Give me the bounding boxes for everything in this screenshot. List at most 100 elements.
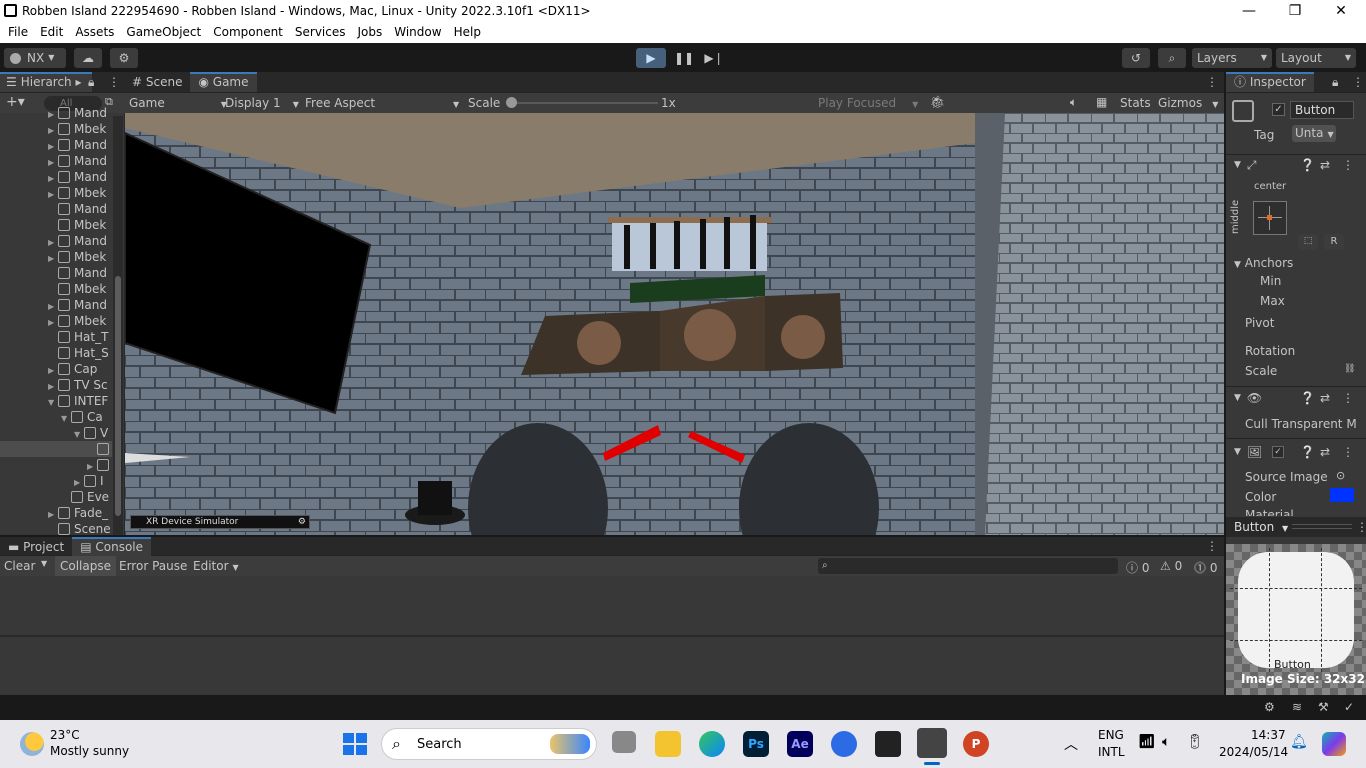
tab-console[interactable]: ▤ Console — [72, 537, 152, 557]
hierarchy-item[interactable]: Mbek — [0, 281, 112, 297]
display-dropdown[interactable]: Display 1 ▼ — [225, 96, 299, 110]
clear-options-dropdown[interactable]: ▼ — [41, 559, 47, 568]
photoshop-icon[interactable]: Ps — [743, 731, 769, 757]
menu-help[interactable]: Help — [446, 23, 481, 39]
blueprint-button[interactable]: ⬚ — [1298, 234, 1318, 250]
clock-time[interactable]: 14:37 — [1251, 728, 1286, 742]
account-dropdown[interactable]: NX ▼ — [4, 48, 66, 68]
canvas-renderer-header[interactable]: ▼ 👁︎ ❔ ⇄ ⋮ — [1234, 390, 1364, 406]
color-swatch[interactable] — [1330, 488, 1354, 502]
tag-dropdown[interactable]: Unta ▼ — [1292, 125, 1336, 142]
component-menu-icon[interactable]: ⋮ — [1342, 445, 1354, 459]
menu-jobs[interactable]: Jobs — [350, 23, 383, 39]
history-button[interactable]: ↺ — [1122, 48, 1150, 68]
console-log-area[interactable] — [0, 576, 1224, 636]
hierarchy-item[interactable]: ▶ Mbek — [0, 121, 112, 137]
hierarchy-item[interactable]: ▶ — [0, 457, 112, 473]
battery-icon[interactable]: 🔋︎ — [1186, 734, 1204, 750]
menu-assets[interactable]: Assets — [67, 23, 114, 39]
gizmos-dropdown[interactable]: Gizmos ▼ — [1158, 96, 1218, 110]
anchors-foldout[interactable]: ▼ Anchors — [1234, 256, 1293, 270]
lock-icon[interactable]: 🔒︎ — [88, 75, 94, 90]
unity-editor-active-icon[interactable] — [917, 728, 947, 758]
powerpoint-icon[interactable]: P — [963, 731, 989, 757]
hierarchy-item[interactable]: ▶ Cap — [0, 361, 112, 377]
file-explorer-icon[interactable] — [655, 731, 681, 757]
info-filter-toggle[interactable]: ⓘ 0 — [1126, 559, 1149, 576]
clear-button[interactable]: Clear — [4, 559, 35, 573]
wifi-icon[interactable]: 📶︎ — [1138, 734, 1156, 750]
raw-edit-button[interactable]: R — [1324, 234, 1344, 250]
step-button[interactable]: ▶❘ — [700, 48, 728, 68]
debug-icon[interactable]: ⚒ — [1318, 700, 1329, 714]
help-icon[interactable]: ❔ — [1300, 391, 1315, 405]
inspector-menu-icon[interactable]: ⋮ — [1352, 75, 1364, 89]
tab-game[interactable]: ◉ Game — [190, 72, 257, 92]
notification-bell-icon[interactable]: 🔔︎ — [1290, 734, 1308, 750]
collapse-toggle[interactable]: Collapse — [55, 556, 116, 576]
search-button[interactable]: ⌕ — [1158, 48, 1186, 68]
rect-transform-header[interactable]: ▼ ⤢ ❔ ⇄ ⋮ — [1234, 156, 1364, 174]
help-icon[interactable]: ❔ — [1300, 445, 1315, 459]
hierarchy-item[interactable]: Mand — [0, 201, 112, 217]
layers-dropdown[interactable]: Layers ▼ — [1192, 48, 1272, 68]
anchor-presets-button[interactable] — [1253, 201, 1287, 235]
game-viewport[interactable]: XR Device Simulator ⚙ — [125, 113, 1224, 535]
windows-start-icon[interactable] — [343, 733, 367, 755]
editor-dropdown[interactable]: Editor ▼ — [193, 559, 239, 573]
preview-drag-handle[interactable] — [1292, 524, 1352, 529]
menu-edit[interactable]: Edit — [32, 23, 63, 39]
object-name-field[interactable]: Button — [1290, 101, 1354, 119]
stats-button[interactable]: Stats — [1120, 96, 1151, 110]
scrollbar-thumb[interactable] — [115, 276, 121, 516]
edge-icon[interactable] — [699, 731, 725, 757]
presets-icon[interactable]: ⇄ — [1320, 158, 1330, 172]
game-mode-dropdown[interactable]: Game ▼ — [129, 96, 227, 110]
hierarchy-item[interactable]: ▶ Mbek — [0, 185, 112, 201]
preview-menu-icon[interactable]: ⋮ — [1356, 520, 1366, 534]
xr-settings-icon[interactable]: ⚙ — [298, 516, 306, 528]
tab-inspector[interactable]: ⓘ Inspector — [1226, 72, 1314, 92]
task-view-icon[interactable] — [612, 731, 636, 753]
hierarchy-item[interactable]: ▶ Mand — [0, 137, 112, 153]
hierarchy-item[interactable]: ▶ Mand — [0, 297, 112, 313]
hierarchy-item[interactable]: ▶ Mand — [0, 153, 112, 169]
collab-button[interactable]: ⚙ — [110, 48, 138, 68]
volume-icon[interactable]: 🔈︎ — [1162, 734, 1170, 750]
component-menu-icon[interactable]: ⋮ — [1342, 158, 1354, 172]
hierarchy-item[interactable]: Hat_T — [0, 329, 112, 345]
hierarchy-item[interactable]: ▼ V — [0, 425, 112, 441]
lang-line2[interactable]: INTL — [1098, 745, 1125, 759]
clock-date[interactable]: 2024/05/14 — [1219, 745, 1288, 759]
image-component-header[interactable]: ▼ 🖼︎ ✓ ❔ ⇄ ⋮ — [1234, 444, 1364, 460]
hierarchy-item[interactable]: ▼ Ca — [0, 409, 112, 425]
error-pause-toggle[interactable]: Error Pause — [119, 559, 187, 573]
hierarchy-item[interactable]: ▶ Fade_ — [0, 505, 112, 521]
progress-icon[interactable]: ⚙ — [1264, 700, 1275, 714]
layout-dropdown[interactable]: Layout ▼ — [1276, 48, 1356, 68]
hierarchy-item[interactable]: ▶ Mand — [0, 105, 112, 121]
menu-window[interactable]: Window — [386, 23, 441, 39]
menu-file[interactable]: File — [0, 23, 28, 39]
hierarchy-item[interactable]: ▶ Mbek — [0, 313, 112, 329]
hierarchy-item[interactable]: ▶ Mand — [0, 169, 112, 185]
warning-filter-toggle[interactable]: ⚠ 0 — [1160, 559, 1182, 573]
pause-button[interactable]: ❚❚ — [670, 48, 698, 68]
error-filter-toggle[interactable]: ⓵ 0 — [1194, 559, 1217, 576]
hierarchy-item[interactable]: Mbek — [0, 217, 112, 233]
hierarchy-item[interactable]: ▶ Mbek — [0, 249, 112, 265]
unity-hub-icon[interactable] — [831, 731, 857, 757]
tray-overflow-icon[interactable]: ︿ — [1064, 734, 1078, 754]
cloud-button[interactable]: ☁ — [74, 48, 102, 68]
lang-line1[interactable]: ENG — [1098, 728, 1124, 742]
menu-component[interactable]: Component — [205, 23, 283, 39]
hierarchy-item[interactable]: ▼ INTEF — [0, 393, 112, 409]
xr-device-simulator-panel[interactable]: XR Device Simulator ⚙ — [130, 515, 310, 529]
scale-slider-handle[interactable] — [506, 97, 517, 108]
console-menu-icon[interactable]: ⋮ — [1206, 539, 1218, 553]
audio-icon[interactable]: 🔈︎ — [1070, 95, 1077, 110]
tab-project[interactable]: ▬ Project — [0, 537, 72, 557]
aspect-dropdown[interactable]: Free Aspect ▼ — [305, 96, 459, 110]
hierarchy-item[interactable]: Eve — [0, 489, 112, 505]
scale-slider[interactable] — [510, 102, 658, 104]
